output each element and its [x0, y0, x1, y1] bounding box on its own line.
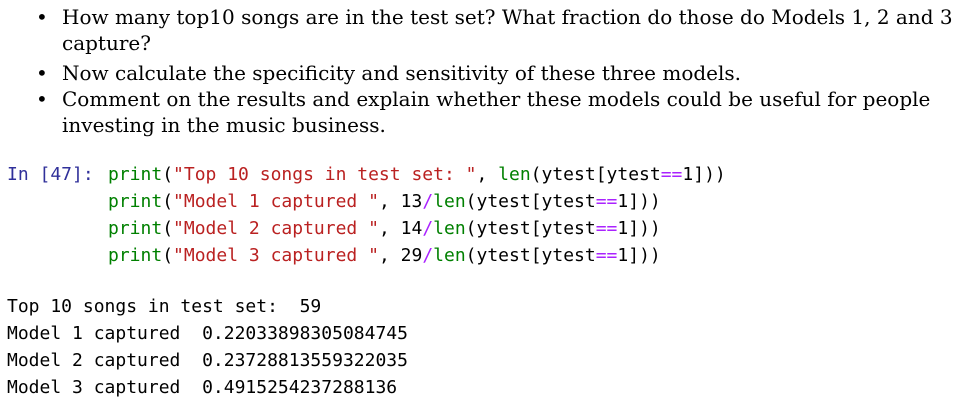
code-token: ( [162, 245, 174, 266]
code-token: / [422, 245, 434, 266]
code-token: , [476, 164, 499, 185]
code-token: 1 [682, 164, 694, 185]
code-token: "Model 1 captured " [173, 191, 379, 212]
output-line: Model 1 captured 0.22033898305084745 [7, 323, 408, 344]
code-token: ( [162, 164, 174, 185]
code-line: print("Model 1 captured ", 13/len(ytest[… [108, 189, 661, 215]
code-line: print("Model 3 captured ", 29/len(ytest[… [108, 243, 661, 269]
code-token: "Model 3 captured " [173, 245, 379, 266]
code-token: len [433, 191, 466, 212]
code-token: len [433, 245, 466, 266]
code-token: == [595, 218, 618, 239]
code-token: (ytest[ytest [530, 164, 661, 185]
code-token: ( [162, 218, 174, 239]
code-token: (ytest[ytest [465, 245, 596, 266]
code-token: print [108, 191, 163, 212]
code-line: print("Model 2 captured ", 14/len(ytest[… [108, 216, 661, 242]
code-token: ])) [628, 191, 661, 212]
code-token: / [422, 191, 434, 212]
code-token: len [433, 218, 466, 239]
code-token: , [378, 245, 401, 266]
code-token: "Top 10 songs in test set: " [173, 164, 477, 185]
code-token: == [595, 191, 618, 212]
code-token: 1 [617, 218, 629, 239]
output-line: Model 2 captured 0.23728813559322035 [7, 350, 408, 371]
code-token: ])) [693, 164, 726, 185]
code-token: (ytest[ytest [465, 218, 596, 239]
code-token: 14 [400, 218, 423, 239]
code-token: print [108, 164, 163, 185]
code-token: print [108, 245, 163, 266]
code-token: print [108, 218, 163, 239]
cell-output: Top 10 songs in test set: 59 Model 1 cap… [0, 0, 975, 398]
code-token: 1 [617, 191, 629, 212]
code-token: 1 [617, 245, 629, 266]
code-token: ])) [628, 218, 661, 239]
code-token: / [422, 218, 434, 239]
code-line: print("Top 10 songs in test set: ", len(… [108, 162, 726, 188]
code-token: len [498, 164, 531, 185]
code-token: ( [162, 191, 174, 212]
code-token: , [378, 191, 401, 212]
code-token: "Model 2 captured " [173, 218, 379, 239]
code-token: == [595, 245, 618, 266]
code-token: 13 [400, 191, 423, 212]
output-line: Model 3 captured 0.4915254237288136 [7, 377, 398, 398]
code-token: == [660, 164, 683, 185]
code-token: , [378, 218, 401, 239]
code-token: 29 [400, 245, 423, 266]
code-token: ])) [628, 245, 661, 266]
code-token: (ytest[ytest [465, 191, 596, 212]
output-line: Top 10 songs in test set: 59 [7, 296, 322, 317]
input-prompt: In [47]: [7, 164, 94, 185]
